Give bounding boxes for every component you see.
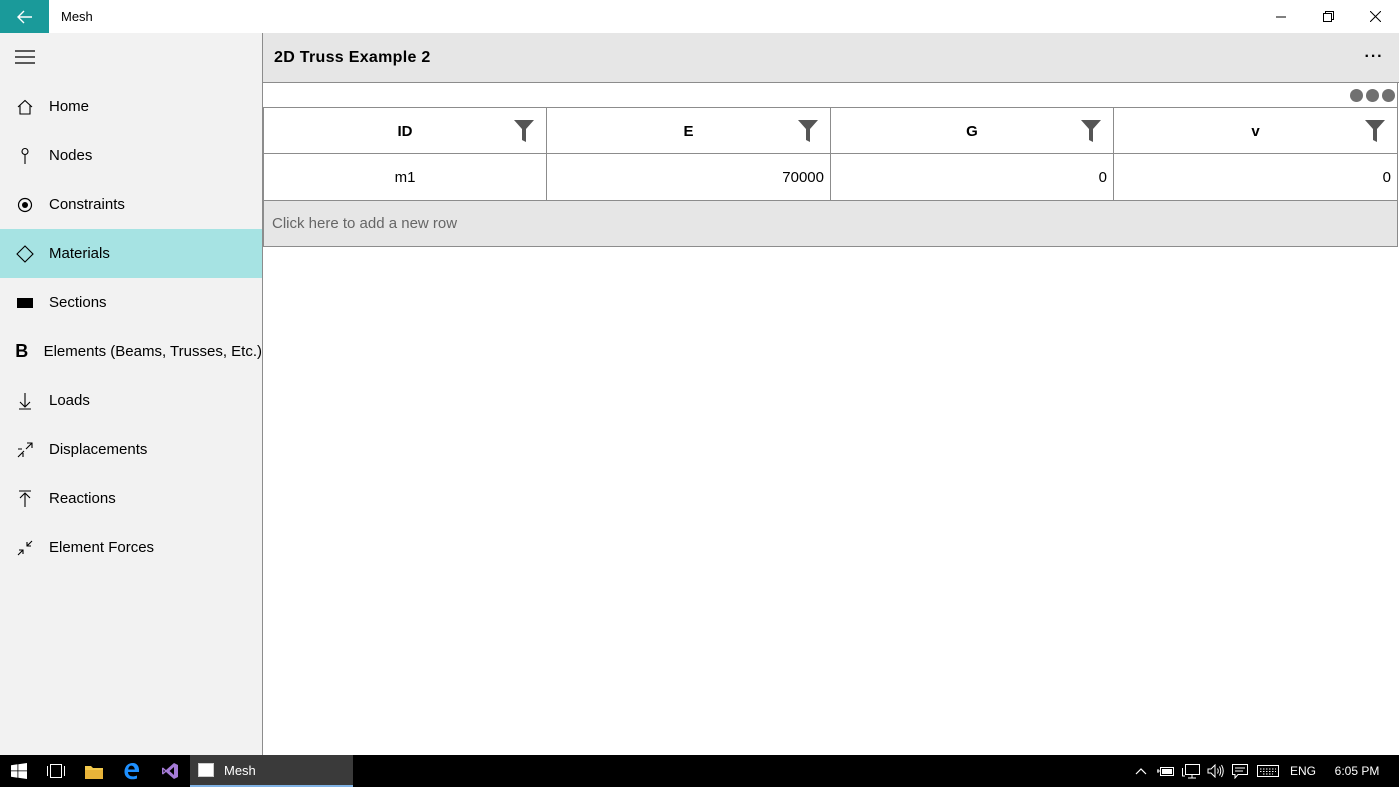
sidebar-item-label: Displacements <box>49 441 148 458</box>
file-explorer-button[interactable] <box>75 755 113 787</box>
column-header-label: G <box>966 122 978 140</box>
filter-icon[interactable] <box>1365 120 1385 142</box>
show-hidden-icons-button[interactable] <box>1132 755 1150 787</box>
minimize-button[interactable] <box>1258 0 1305 33</box>
page-title: 2D Truss Example 2 <box>274 49 431 66</box>
sidebar-item-label: Sections <box>49 294 107 311</box>
home-icon <box>0 82 49 131</box>
close-icon <box>1370 11 1381 22</box>
target-icon <box>0 180 49 229</box>
visual-studio-icon <box>162 763 178 779</box>
column-header-g[interactable]: G <box>831 108 1114 154</box>
bold-b-icon: B <box>15 341 29 361</box>
edge-browser-button[interactable] <box>113 755 151 787</box>
dot-icon <box>1366 89 1379 102</box>
dot-icon <box>1382 89 1395 102</box>
dot-icon <box>1350 89 1363 102</box>
pin-icon <box>0 131 49 180</box>
task-view-button[interactable] <box>37 755 75 787</box>
network-icon <box>1182 763 1200 778</box>
table-row[interactable]: m1 70000 0 0 <box>263 154 1398 201</box>
sidebar: Home Nodes Constraints Materials Section… <box>0 33 262 755</box>
volume-icon <box>1207 764 1224 778</box>
sidebar-item-reactions[interactable]: Reactions <box>0 474 262 523</box>
sidebar-item-label: Loads <box>49 392 90 409</box>
sidebar-item-nodes[interactable]: Nodes <box>0 131 262 180</box>
start-button[interactable] <box>0 755 38 787</box>
restore-button[interactable] <box>1305 0 1352 33</box>
taskbar-app-label: Mesh <box>224 762 256 778</box>
sidebar-item-label: Reactions <box>49 490 116 507</box>
task-view-icon <box>47 764 65 778</box>
sidebar-item-displacements[interactable]: Displacements <box>0 425 262 474</box>
folder-icon <box>85 765 103 779</box>
materials-grid: ID E G v m1 70000 0 0 Click here to add … <box>263 82 1399 247</box>
cell-id[interactable]: m1 <box>263 154 547 200</box>
filter-icon[interactable] <box>798 120 818 142</box>
hamburger-button[interactable] <box>0 33 49 81</box>
keyboard-icon <box>1257 765 1279 777</box>
sidebar-item-label: Home <box>49 98 90 115</box>
network-button[interactable] <box>1180 755 1202 787</box>
filter-icon[interactable] <box>514 120 534 142</box>
sidebar-item-label: Constraints <box>49 196 125 213</box>
grid-toolbar <box>263 83 1398 108</box>
column-header-label: v <box>1251 122 1260 140</box>
mesh-app-icon <box>198 763 214 777</box>
column-header-v[interactable]: v <box>1114 108 1398 154</box>
arrow-down-icon <box>0 376 49 425</box>
back-button[interactable] <box>0 0 49 33</box>
arrow-up-icon <box>0 474 49 523</box>
touch-keyboard-button[interactable] <box>1255 755 1281 787</box>
sidebar-item-label: Nodes <box>49 147 93 164</box>
cell-g[interactable]: 0 <box>831 154 1114 200</box>
sidebar-item-loads[interactable]: Loads <box>0 376 262 425</box>
sidebar-item-label: Elements (Beams, Trusses, Etc.) <box>43 343 262 360</box>
back-arrow-icon <box>16 10 32 23</box>
sidebar-item-label: Materials <box>49 245 110 262</box>
volume-button[interactable] <box>1205 755 1227 787</box>
title-bar: Mesh <box>0 0 1399 33</box>
restore-icon <box>1323 11 1334 22</box>
column-header-label: ID <box>397 122 413 140</box>
rectangle-icon <box>0 278 49 327</box>
power-button[interactable] <box>1156 755 1176 787</box>
window-title: Mesh <box>61 9 93 24</box>
cell-v[interactable]: 0 <box>1114 154 1398 200</box>
sidebar-item-label: Element Forces <box>49 539 155 556</box>
sidebar-item-materials[interactable]: Materials <box>0 229 262 278</box>
close-button[interactable] <box>1352 0 1399 33</box>
filter-icon[interactable] <box>1081 120 1101 142</box>
message-icon <box>1232 763 1248 779</box>
sidebar-item-home[interactable]: Home <box>0 82 262 131</box>
sidebar-item-elements[interactable]: B Elements (Beams, Trusses, Etc.) <box>0 327 262 376</box>
action-center-button[interactable] <box>1229 755 1251 787</box>
column-header-label: E <box>683 122 694 140</box>
sidebar-item-sections[interactable]: Sections <box>0 278 262 327</box>
windows-logo-icon <box>11 763 27 779</box>
compress-arrows-icon <box>0 523 49 572</box>
column-header-e[interactable]: E <box>547 108 831 154</box>
sidebar-item-constraints[interactable]: Constraints <box>0 180 262 229</box>
edge-icon <box>124 762 140 780</box>
page-header: 2D Truss Example 2 ··· <box>263 33 1399 82</box>
sidebar-item-element-forces[interactable]: Element Forces <box>0 523 262 572</box>
taskbar: Mesh ENG 6:05 PM <box>0 755 1399 787</box>
displacement-icon <box>0 425 49 474</box>
grid-options-button[interactable] <box>1350 89 1395 102</box>
grid-header-row: ID E G v <box>263 108 1398 154</box>
diamond-icon <box>0 229 49 278</box>
visual-studio-button[interactable] <box>151 755 189 787</box>
taskbar-app-mesh[interactable]: Mesh <box>190 755 353 787</box>
add-new-row[interactable]: Click here to add a new row <box>263 201 1398 247</box>
column-header-id[interactable]: ID <box>263 108 547 154</box>
clock[interactable]: 6:05 PM <box>1328 755 1386 787</box>
more-options-button[interactable]: ··· <box>1361 47 1387 67</box>
chevron-up-icon <box>1135 768 1147 775</box>
cell-e[interactable]: 70000 <box>547 154 831 200</box>
hamburger-icon <box>14 50 35 64</box>
minimize-icon <box>1276 16 1286 18</box>
battery-plug-icon <box>1157 767 1174 776</box>
input-language[interactable]: ENG <box>1287 755 1319 787</box>
